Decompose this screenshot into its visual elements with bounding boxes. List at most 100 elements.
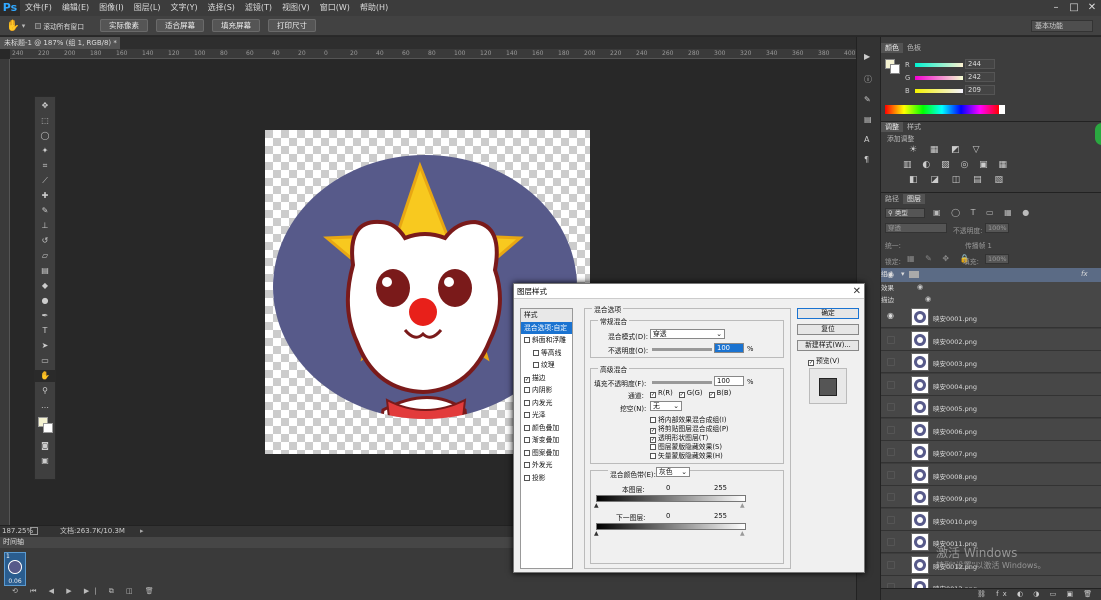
frame-delay[interactable]: 0.06	[4, 578, 26, 586]
adv-check-2[interactable]: ✓ 透明形状图层(T)	[650, 432, 729, 443]
channel-r-check[interactable]: ✓ R(R)	[650, 389, 673, 398]
maximize-button[interactable]: □	[1065, 0, 1083, 16]
preview-checkbox[interactable]: ✓ 预览(V)	[808, 355, 840, 366]
layer-filter-kind[interactable]: ⚲ 类型	[885, 208, 925, 218]
blur-tool-icon[interactable]: ◆	[35, 280, 55, 292]
healing-brush-icon[interactable]: ✚	[35, 190, 55, 202]
style-checkbox[interactable]	[524, 337, 530, 343]
tab-color[interactable]: 颜色	[881, 43, 903, 53]
menu-item-9[interactable]: 帮助(H)	[355, 0, 393, 16]
tab-paths[interactable]: 路径	[881, 194, 903, 204]
menu-item-1[interactable]: 编辑(E)	[57, 0, 94, 16]
style-item-10[interactable]: 图案叠加	[521, 447, 572, 460]
more-tools-icon[interactable]: …	[35, 400, 55, 412]
status-menu-arrow-icon[interactable]: ▸	[140, 526, 144, 537]
channel-g-slider[interactable]	[915, 76, 963, 80]
adjustment-icons-row3[interactable]: ◧ ◪ ◫ ▤ ▧	[909, 175, 1008, 185]
style-checkbox[interactable]	[533, 349, 539, 356]
layer-visibility-icon[interactable]: ◉	[887, 311, 895, 320]
layer-filter-icons[interactable]: ▣ ◯ T ▭ ▦ ●	[933, 208, 1033, 217]
style-item-4[interactable]: ✓ 描边	[521, 372, 572, 385]
ok-button[interactable]: 确定	[797, 308, 859, 319]
dialog-close-icon[interactable]: ✕	[853, 284, 861, 299]
history-icon[interactable]: ▤	[864, 115, 872, 124]
print-size-button[interactable]: 打印尺寸	[268, 19, 316, 32]
layer-visibility-icon[interactable]	[887, 560, 895, 569]
tab-swatches[interactable]: 色板	[903, 43, 925, 53]
channel-g-value[interactable]: 242	[965, 72, 995, 82]
menu-item-3[interactable]: 图层(L)	[129, 0, 166, 16]
fill-screen-button[interactable]: 填充屏幕	[212, 19, 260, 32]
propagate-frame[interactable]: 传播帧 1	[965, 240, 992, 250]
fit-screen-button[interactable]: 适合屏幕	[156, 19, 204, 32]
style-item-8[interactable]: 颜色叠加	[521, 422, 572, 435]
layer-row[interactable]: 映安0010.png	[881, 508, 1101, 531]
layer-row[interactable]: 映安0007.png	[881, 441, 1101, 463]
layer-visibility-icon[interactable]	[887, 538, 895, 546]
path-select-icon[interactable]: ➤	[35, 340, 55, 352]
layer-visibility-icon[interactable]	[887, 493, 895, 501]
effects-row[interactable]: ◉ 效果	[881, 282, 1101, 294]
shape-tool-icon[interactable]: ▭	[35, 355, 55, 367]
opacity-input[interactable]: 100	[714, 343, 744, 353]
style-item-5[interactable]: 内阴影	[521, 384, 572, 397]
quick-mask-icon[interactable]: ◙	[35, 440, 55, 452]
eye-icon[interactable]: ◉	[887, 270, 894, 279]
actual-pixels-button[interactable]: 实际像素	[100, 19, 148, 32]
layer-visibility-icon[interactable]	[887, 358, 895, 366]
stroke-eye-icon[interactable]: ◉	[925, 295, 931, 303]
eraser-tool-icon[interactable]: ▱	[35, 250, 55, 262]
channel-b-value[interactable]: 209	[965, 85, 995, 95]
tool-preset-dropdown[interactable]: ▾	[22, 22, 26, 30]
opacity-slider[interactable]	[652, 348, 712, 351]
adjustment-icons-row2[interactable]: ▥ ◐ ▨ ◎ ▣ ▦	[903, 160, 1011, 170]
layer-visibility-icon[interactable]	[887, 335, 895, 344]
blend-mode-select[interactable]: 穿透 ⌄	[650, 329, 725, 339]
stamp-tool-icon[interactable]: ⊥	[35, 220, 55, 232]
workspace-switcher[interactable]: 基本功能	[1031, 20, 1093, 32]
channel-r-slider[interactable]	[915, 63, 963, 67]
character-icon[interactable]: A	[864, 135, 869, 144]
layer-visibility-icon[interactable]	[887, 470, 895, 479]
style-checkbox[interactable]	[524, 449, 530, 456]
layer-row[interactable]: 映安0004.png	[881, 373, 1101, 396]
minimize-button[interactable]: –	[1047, 0, 1065, 16]
menu-item-2[interactable]: 图像(I)	[94, 0, 129, 16]
adv-check-3[interactable]: 图层蒙版隐藏效果(S)	[650, 441, 729, 451]
style-item-0[interactable]: 混合选项:自定	[521, 321, 572, 334]
pen-tool-icon[interactable]: ✒	[35, 310, 55, 322]
lasso-tool-icon[interactable]: ◯	[35, 130, 55, 142]
status-icon[interactable]	[30, 527, 38, 535]
layer-row[interactable]: 映安0006.png	[881, 418, 1101, 441]
underlying-left-handle-icon[interactable]: ▲	[594, 530, 599, 537]
magic-wand-tool-icon[interactable]: ✦	[35, 145, 55, 157]
channel-r-value[interactable]: 244	[965, 59, 995, 69]
play-icon[interactable]: ▶	[864, 52, 870, 61]
stroke-effect-row[interactable]: ◉ 描边	[881, 294, 1101, 306]
tab-layers[interactable]: 图层	[903, 194, 925, 204]
blend-if-select[interactable]: 灰色 ⌄	[656, 467, 690, 477]
move-tool-icon[interactable]: ✥	[35, 100, 55, 112]
style-item-11[interactable]: 外发光	[521, 459, 572, 472]
fill-value[interactable]: 100%	[985, 254, 1009, 264]
layer-visibility-icon[interactable]	[887, 403, 895, 411]
group-expand-icon[interactable]: ▾	[901, 270, 905, 278]
menu-item-0[interactable]: 文件(F)	[20, 0, 57, 16]
history-brush-icon[interactable]: ↺	[35, 235, 55, 247]
this-layer-gradient[interactable]	[596, 495, 746, 502]
style-item-1[interactable]: 斜面和浮雕	[521, 334, 572, 347]
eyedropper-tool-icon[interactable]: ⟋	[35, 175, 55, 187]
style-checkbox[interactable]	[524, 462, 530, 468]
menu-item-7[interactable]: 视图(V)	[277, 0, 315, 16]
adv-check-4[interactable]: 矢量蒙版隐藏效果(H)	[650, 450, 729, 460]
reset-button[interactable]: 复位	[797, 324, 859, 335]
layer-row[interactable]: 映安0008.png	[881, 463, 1101, 486]
menu-item-6[interactable]: 滤镜(T)	[240, 0, 277, 16]
brush-tool-icon[interactable]: ✎	[35, 205, 55, 217]
style-item-6[interactable]: 内发光	[521, 397, 572, 410]
layer-action-icons[interactable]: ⛓ fx ◐ ◑ ▭ ▣ 🗑	[977, 590, 1096, 598]
layer-row[interactable]: 映安0005.png	[881, 396, 1101, 418]
style-item-2[interactable]: 等高线	[521, 347, 572, 360]
screen-mode-icon[interactable]: ▣	[35, 455, 55, 467]
scroll-all-checkbox[interactable]	[35, 22, 42, 29]
